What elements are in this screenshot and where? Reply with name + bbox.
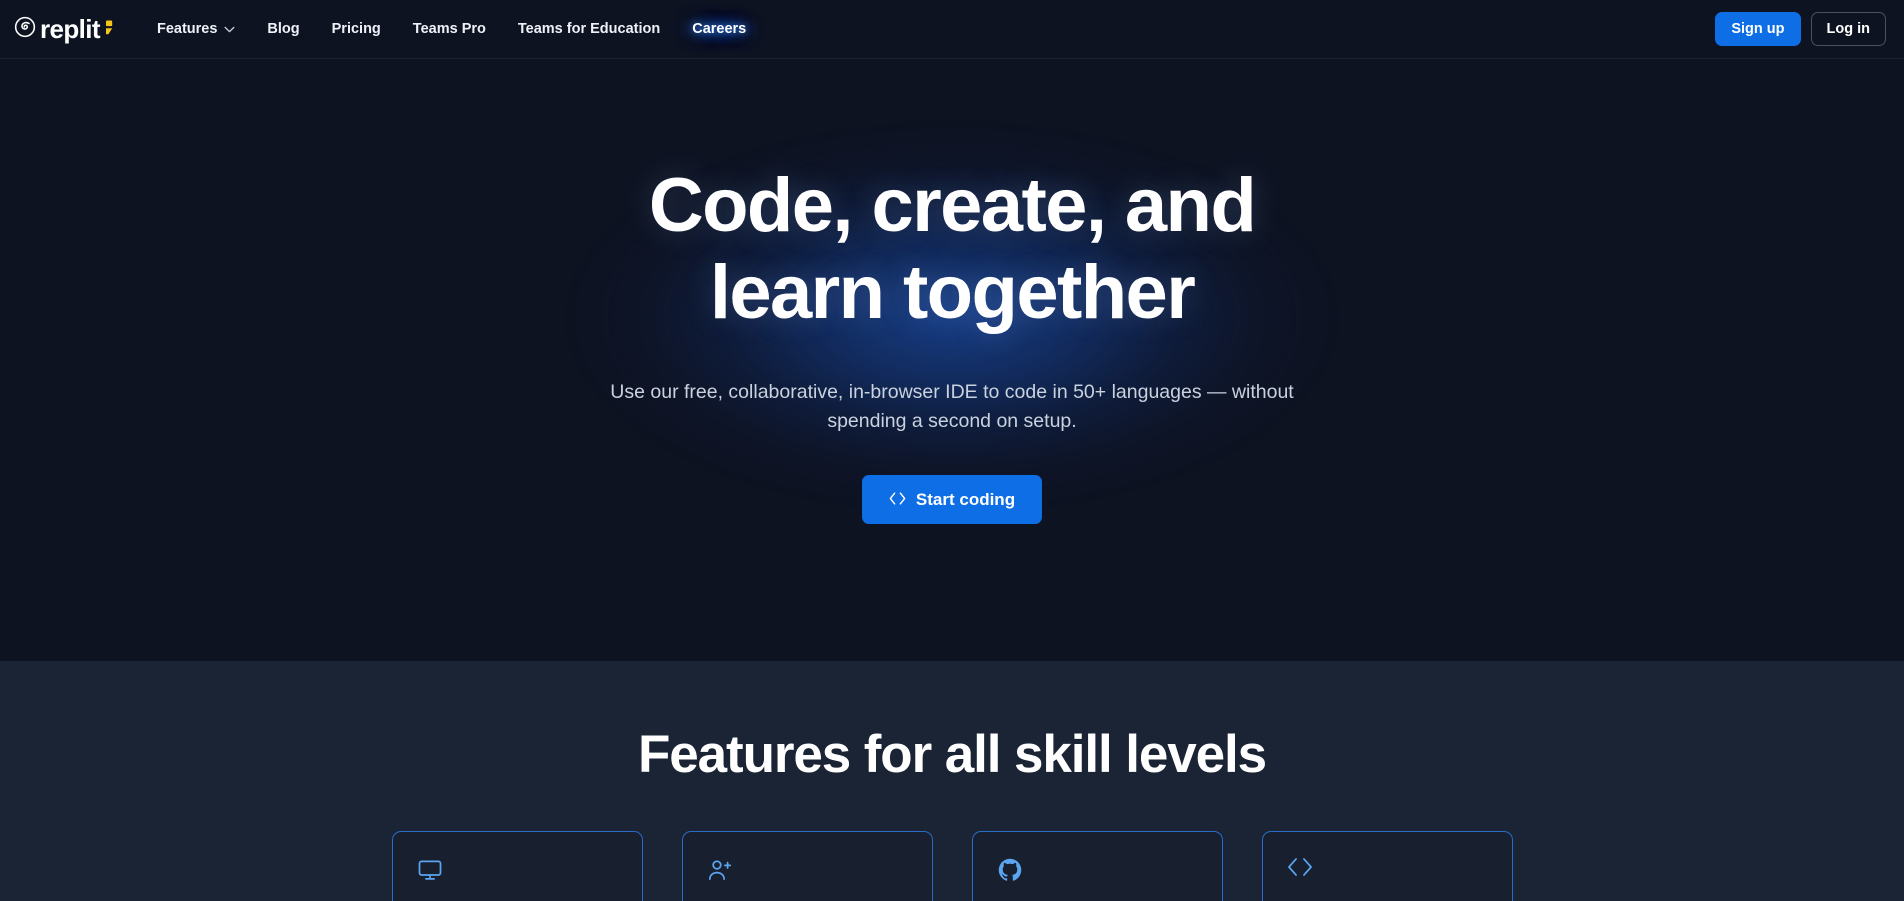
main-navigation: Features Blog Pricing Teams Pro Teams fo… (141, 13, 1715, 45)
code-brackets-icon (1287, 857, 1488, 883)
user-plus-icon (707, 857, 908, 883)
hero-title: Code, create, and learn together (582, 162, 1322, 337)
nav-item-label: Features (156, 21, 218, 37)
nav-item-label: Blog (267, 21, 300, 37)
nav-item-teams-for-education[interactable]: Teams for Education (502, 13, 676, 45)
nav-item-pricing[interactable]: Pricing (316, 13, 397, 45)
nav-item-careers[interactable]: Careers (676, 13, 762, 45)
github-icon (997, 857, 1198, 883)
hero-section: Code, create, and learn together Use our… (0, 59, 1904, 661)
feature-card-in-browser-ide[interactable]: In-browser IDE (391, 831, 643, 901)
nav-item-features[interactable]: Features (141, 13, 251, 45)
hero-cta-container: Start coding (861, 475, 1043, 525)
features-heading: Features for all skill levels (638, 725, 1267, 784)
nav-item-label: Teams for Education (517, 21, 661, 37)
nav-item-label: Careers (692, 21, 747, 37)
start-coding-button[interactable]: Start coding (861, 475, 1043, 525)
hero-title-line-1: Code, create, and (648, 163, 1257, 248)
monitor-icon (417, 857, 618, 883)
hero-title-line-2: learn together (709, 250, 1196, 336)
chevron-down-icon (224, 21, 235, 37)
nav-item-blog[interactable]: Blog (251, 13, 315, 45)
replit-wordmark: replit (40, 14, 101, 44)
feature-card-50-plus-languages[interactable]: 50+ languages (1261, 831, 1513, 901)
log-in-button[interactable]: Log in (1810, 11, 1886, 47)
replit-logo[interactable]: replit (14, 16, 117, 43)
features-section: Features for all skill levels In-browser… (0, 661, 1904, 901)
replit-spiral-icon (14, 16, 36, 43)
feature-card-grid: In-browser IDE Real-time GitHub integrat… (391, 831, 1513, 901)
nav-item-teams-pro[interactable]: Teams Pro (397, 13, 502, 45)
header-actions: Sign up Log in (1715, 11, 1886, 47)
feature-card-github-integration[interactable]: GitHub integration (971, 831, 1223, 901)
nav-item-label: Pricing (331, 21, 381, 37)
feature-card-real-time[interactable]: Real-time (681, 831, 933, 901)
code-brackets-icon (889, 491, 906, 508)
hero-subtitle: Use our free, collaborative, in-browser … (610, 380, 1294, 433)
sign-up-button[interactable]: Sign up (1715, 11, 1801, 47)
nav-item-label: Teams Pro (412, 21, 486, 37)
start-coding-label: Start coding (915, 490, 1016, 510)
site-header: replit Features Blog Pricing Teams Pro T… (0, 0, 1904, 59)
replit-dot-accent-icon (105, 18, 117, 41)
